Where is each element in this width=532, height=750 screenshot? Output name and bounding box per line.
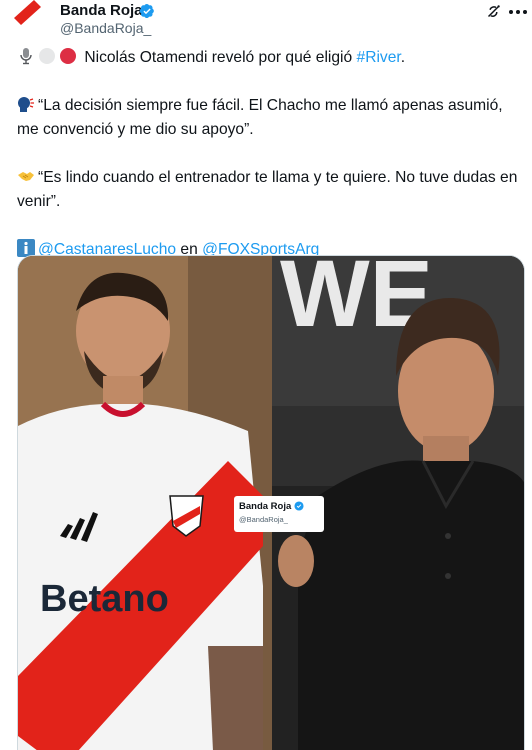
tweet-header: Banda Roja @BandaRoja_ — [0, 0, 532, 44]
handshake-icon — [18, 172, 34, 181]
watermark-card: Banda Roja @BandaRoja_ — [234, 496, 324, 532]
white-circle-icon — [39, 48, 55, 64]
grok-icon[interactable] — [484, 3, 502, 21]
sponsor-logo: Betano — [40, 578, 169, 620]
watermark-name: Banda Roja — [239, 501, 292, 512]
watermark-verified-icon — [294, 501, 304, 511]
quote2-line2: venir”. — [17, 193, 61, 210]
headline-text: Nicolás Otamendi reveló por qué eligió — [84, 49, 353, 66]
tweet-media[interactable]: Betano WE Banda Roja @BandaRoja_ — [17, 255, 525, 750]
verified-badge-icon — [139, 3, 154, 19]
quote1-line1: “La decisión siempre fue fácil. El Chach… — [38, 97, 503, 114]
red-slash-logo-icon — [4, 0, 50, 34]
quote2-line1: “Es lindo cuando el entrenador te llama … — [38, 169, 518, 186]
tweet-line-headline: Nicolás Otamendi reveló por qué eligió #… — [17, 46, 527, 70]
red-circle-icon — [60, 48, 76, 64]
quote1-line2: me convenció y me dio su apoyo”. — [17, 121, 254, 138]
account-handle[interactable]: @BandaRoja_ — [60, 20, 151, 36]
watermark-handle: @BandaRoja_ — [239, 515, 288, 524]
hashtag-river[interactable]: #River — [357, 49, 401, 66]
speaking-head-icon — [18, 97, 34, 112]
more-options-icon[interactable] — [507, 2, 529, 22]
tweet-quote-1: “La decisión siempre fue fácil. El Chach… — [17, 94, 527, 142]
headline-period: . — [400, 49, 406, 66]
microphone-icon — [20, 48, 32, 65]
account-name[interactable]: Banda Roja — [60, 2, 143, 19]
avatar[interactable] — [4, 0, 50, 34]
tweet-text: Nicolás Otamendi reveló por qué eligió #… — [17, 46, 527, 262]
tweet-quote-2: “Es lindo cuando el entrenador te llama … — [17, 166, 527, 214]
